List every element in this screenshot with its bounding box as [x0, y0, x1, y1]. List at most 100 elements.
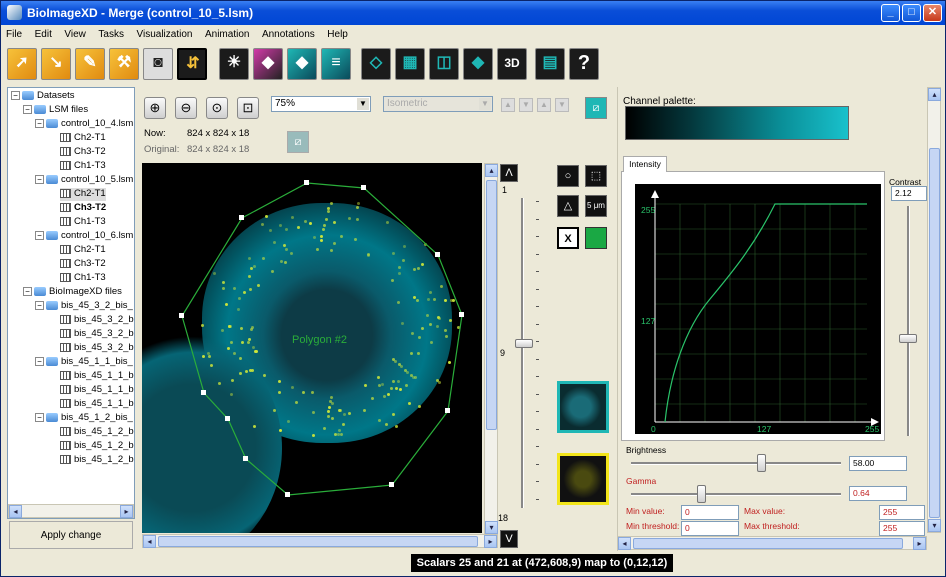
scroll-thumb[interactable]: [633, 538, 903, 549]
slice-track[interactable]: [521, 198, 524, 508]
scroll-left-icon[interactable]: ◂: [143, 535, 156, 548]
tree-channel[interactable]: Ch1-T3: [60, 160, 106, 173]
scroll-thumb[interactable]: [486, 180, 497, 430]
brightness-track[interactable]: [631, 462, 841, 465]
scroll-up-icon[interactable]: ▴: [485, 164, 498, 177]
help-button[interactable]: ?: [569, 48, 599, 80]
contrast-track[interactable]: [907, 206, 910, 436]
zoom-region-button[interactable]: ⊡: [237, 97, 259, 119]
zoom-in-button[interactable]: ⊕: [144, 97, 166, 119]
rotate-right-button[interactable]: ▼: [555, 98, 569, 112]
min-threshold-field[interactable]: 0: [681, 521, 739, 536]
tree-channel[interactable]: bis_45_1_2_b: [60, 440, 134, 453]
zoom-fit-button[interactable]: ⊙: [206, 97, 228, 119]
channel-palette[interactable]: [625, 106, 849, 140]
menu-view[interactable]: View: [59, 27, 91, 42]
tree-file[interactable]: − bis_45_1_1_bis_: [35, 356, 133, 369]
menu-file[interactable]: File: [1, 27, 27, 42]
tab-intensity[interactable]: Intensity: [623, 156, 667, 172]
viewport-vertical-scrollbar[interactable]: ▴ ▾: [484, 163, 498, 535]
scroll-right-icon[interactable]: ▸: [484, 535, 497, 548]
rectangle-tool-button[interactable]: ⬚: [585, 165, 607, 187]
split-view-button[interactable]: ⇵: [177, 48, 207, 80]
tree-file[interactable]: − bis_45_3_2_bis_: [35, 300, 133, 313]
animator-button[interactable]: ▤: [535, 48, 565, 80]
scroll-left-icon[interactable]: ◂: [618, 537, 631, 550]
tree-channel-selected[interactable]: Ch3-T2: [60, 202, 106, 215]
tree-channel[interactable]: Ch3-T2: [60, 258, 106, 271]
open-file-button[interactable]: ➚: [7, 48, 37, 80]
tree-channel[interactable]: bis_45_3_2_b: [60, 314, 134, 327]
tree-datasets[interactable]: − Datasets: [11, 90, 75, 103]
section-view-button[interactable]: ◇: [361, 48, 391, 80]
brightness-button[interactable]: ☀: [219, 48, 249, 80]
scale-bar-button[interactable]: 5 μm: [585, 195, 607, 217]
scroll-up-icon[interactable]: ▴: [928, 88, 941, 101]
scroll-thumb[interactable]: [929, 148, 940, 518]
scroll-left-icon[interactable]: ◂: [9, 505, 22, 518]
image-viewport[interactable]: Polygon #2: [142, 163, 482, 533]
maximize-button[interactable]: □: [902, 4, 921, 22]
tree-lsm-files[interactable]: − LSM files: [23, 104, 88, 117]
resample-button[interactable]: ⧄: [287, 131, 309, 153]
polygon-roi[interactable]: [142, 163, 482, 533]
tree-channel[interactable]: Ch2-T1: [60, 244, 106, 257]
contrast-field[interactable]: 2.12: [891, 186, 927, 201]
3d-view-button[interactable]: 3D: [497, 48, 527, 80]
open-dataset-button[interactable]: ↘: [41, 48, 71, 80]
contrast-slider-knob[interactable]: [899, 334, 917, 343]
tree-channel[interactable]: bis_45_1_2_b: [60, 454, 134, 467]
tree-horizontal-scrollbar[interactable]: ◂ ▸: [8, 504, 134, 518]
rotate-down-button[interactable]: ▼: [519, 98, 533, 112]
delete-annotation-button[interactable]: X: [557, 227, 579, 249]
viewport-horizontal-scrollbar[interactable]: ◂ ▸: [142, 534, 498, 548]
tree-channel[interactable]: bis_45_1_2_b: [60, 426, 134, 439]
scroll-right-icon[interactable]: ▸: [120, 505, 133, 518]
tree-channel[interactable]: bis_45_1_1_b: [60, 370, 134, 383]
list-button[interactable]: ≡: [321, 48, 351, 80]
tree-channel-selected[interactable]: Ch2-T1: [60, 188, 106, 201]
menu-edit[interactable]: Edit: [30, 27, 57, 42]
apply-change-button[interactable]: Apply change: [9, 521, 133, 549]
gamma-track[interactable]: [631, 493, 841, 496]
menu-visualization[interactable]: Visualization: [131, 27, 197, 42]
adjust-button[interactable]: ⚒: [109, 48, 139, 80]
rotate-up-button[interactable]: ▲: [501, 98, 515, 112]
tree-channel[interactable]: Ch1-T3: [60, 216, 106, 229]
mip-view-button[interactable]: ◆: [463, 48, 493, 80]
menu-annotations[interactable]: Annotations: [257, 27, 320, 42]
view-mode-select[interactable]: Isometric ▼: [383, 96, 493, 112]
max-threshold-field[interactable]: 255: [879, 521, 925, 536]
menu-help[interactable]: Help: [322, 27, 353, 42]
right-panel-horizontal-scrollbar[interactable]: ◂ ▸: [617, 536, 927, 550]
simple-view-button[interactable]: ◫: [429, 48, 459, 80]
brightness-slider-knob[interactable]: [757, 454, 766, 472]
gamma-field[interactable]: 0.64: [849, 486, 907, 501]
zoom-out-button[interactable]: ⊖: [175, 97, 197, 119]
tree-channel[interactable]: bis_45_1_1_b: [60, 384, 134, 397]
scroll-right-icon[interactable]: ▸: [913, 537, 926, 550]
tree-channel[interactable]: bis_45_1_1_b: [60, 398, 134, 411]
minimize-button[interactable]: _: [881, 4, 900, 22]
brightness-field[interactable]: 58.00: [849, 456, 907, 471]
close-button[interactable]: ✕: [923, 4, 942, 22]
scroll-down-icon[interactable]: ▾: [485, 521, 498, 534]
intensity-transfer-plot[interactable]: 255 127 0 127 255: [635, 184, 881, 434]
channel-thumbnail-yellow[interactable]: [557, 453, 609, 505]
menu-tasks[interactable]: Tasks: [93, 27, 129, 42]
max-value-field[interactable]: 255: [879, 505, 925, 520]
snapshot-button[interactable]: ◙: [143, 48, 173, 80]
rotate-left-button[interactable]: ▲: [537, 98, 551, 112]
merge-button[interactable]: ◆: [287, 48, 317, 80]
zoom-select[interactable]: 75% ▼: [271, 96, 371, 112]
tree-bxd-files[interactable]: − BioImageXD files: [23, 286, 122, 299]
menu-animation[interactable]: Animation: [200, 27, 254, 42]
gallery-view-button[interactable]: ▦: [395, 48, 425, 80]
circle-tool-button[interactable]: ○: [557, 165, 579, 187]
colocalization-button[interactable]: ◆: [253, 48, 283, 80]
annotation-color-button[interactable]: [585, 227, 607, 249]
tree-file[interactable]: − control_10_4.lsm: [35, 118, 133, 131]
tree-file[interactable]: − control_10_6.lsm: [35, 230, 133, 243]
min-value-field[interactable]: 0: [681, 505, 739, 520]
polygon-tool-button[interactable]: △: [557, 195, 579, 217]
